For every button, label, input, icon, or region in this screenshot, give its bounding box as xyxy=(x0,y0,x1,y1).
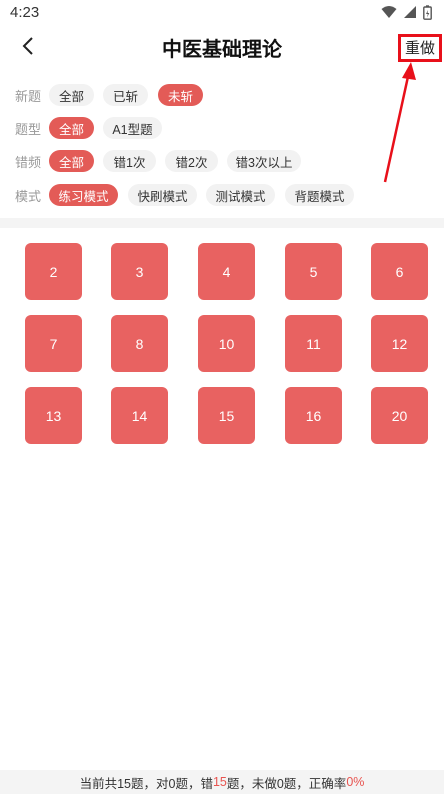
chip-error-all[interactable]: 全部 xyxy=(49,150,94,172)
summary-prefix: 当前共15题，对0题，错 xyxy=(79,776,213,791)
chip-error-3plus[interactable]: 错3次以上 xyxy=(227,150,301,172)
chip-mode-test[interactable]: 测试模式 xyxy=(206,184,275,206)
signal-icon xyxy=(404,6,416,18)
filter-label-mode: 模式 xyxy=(15,188,42,204)
chip-new-done[interactable]: 已斩 xyxy=(103,84,148,106)
wifi-icon xyxy=(381,6,397,18)
question-cell[interactable]: 14 xyxy=(111,387,168,444)
battery-icon xyxy=(423,4,432,20)
question-cell[interactable]: 15 xyxy=(198,387,255,444)
status-bar: 4:23 xyxy=(0,0,444,24)
question-cell[interactable]: 11 xyxy=(285,315,342,372)
chip-type-a1[interactable]: A1型题 xyxy=(103,117,162,139)
question-cell[interactable]: 4 xyxy=(198,243,255,300)
status-icons xyxy=(381,4,432,20)
chip-error-1[interactable]: 错1次 xyxy=(103,150,156,172)
question-cell[interactable]: 6 xyxy=(371,243,428,300)
chip-error-2[interactable]: 错2次 xyxy=(165,150,218,172)
summary-accuracy-rate: 0% xyxy=(346,775,365,789)
question-cell[interactable]: 10 xyxy=(198,315,255,372)
summary-footer: 当前共15题，对0题，错 15 题，未做0题，正确率 0% xyxy=(0,770,444,794)
filter-label-error: 错频 xyxy=(15,154,42,170)
redo-button[interactable]: 重做 xyxy=(397,32,443,62)
section-divider xyxy=(0,218,444,228)
header: 中医基础理论 重做 xyxy=(0,26,444,68)
chip-new-all[interactable]: 全部 xyxy=(49,84,94,106)
filter-label-new: 新题 xyxy=(15,88,42,104)
filter-label-type: 题型 xyxy=(15,121,42,137)
question-cell[interactable]: 16 xyxy=(285,387,342,444)
question-cell[interactable]: 13 xyxy=(25,387,82,444)
chip-new-undone[interactable]: 未斩 xyxy=(158,84,203,106)
status-time: 4:23 xyxy=(10,3,40,21)
summary-middle: 题，未做0题，正确率 xyxy=(226,776,347,791)
question-cell[interactable]: 5 xyxy=(285,243,342,300)
question-cell[interactable]: 7 xyxy=(25,315,82,372)
question-cell[interactable]: 12 xyxy=(371,315,428,372)
chip-mode-quick[interactable]: 快刷模式 xyxy=(128,184,197,206)
chip-mode-memorize[interactable]: 背题模式 xyxy=(285,184,354,206)
question-cell[interactable]: 3 xyxy=(111,243,168,300)
question-cell[interactable]: 20 xyxy=(371,387,428,444)
question-cell[interactable]: 8 xyxy=(111,315,168,372)
question-cell[interactable]: 2 xyxy=(25,243,82,300)
chip-mode-practice[interactable]: 练习模式 xyxy=(49,184,118,206)
page-title: 中医基础理论 xyxy=(162,39,282,61)
summary-wrong-count: 15 xyxy=(212,775,227,789)
chip-type-all[interactable]: 全部 xyxy=(49,117,94,139)
